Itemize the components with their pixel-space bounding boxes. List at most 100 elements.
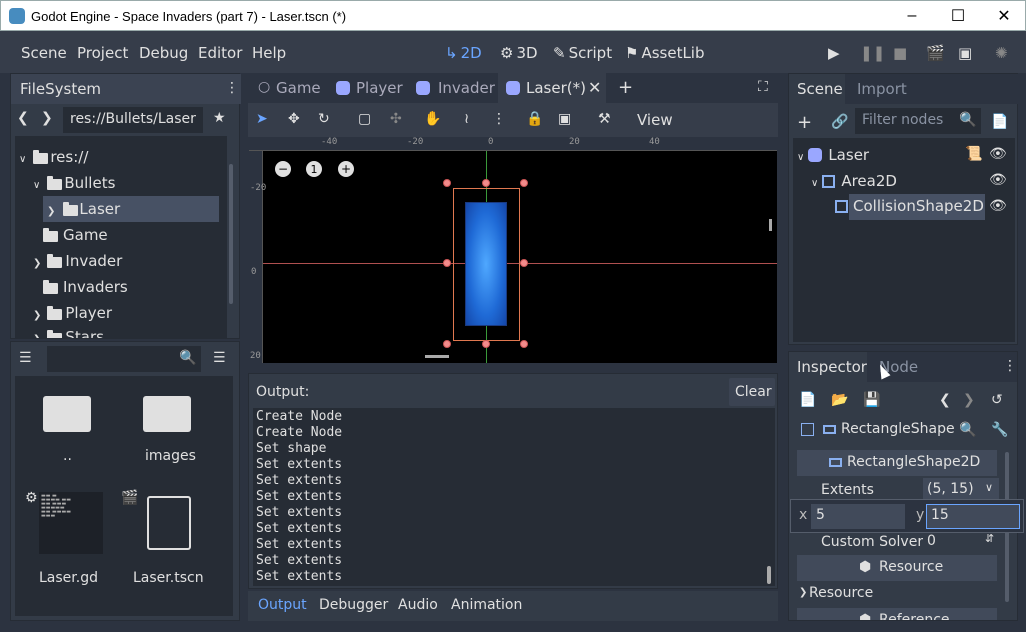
rotate-tool-icon[interactable]: ↻	[318, 111, 330, 127]
filter-nodes-input[interactable]: Filter nodes 🔍	[855, 108, 981, 134]
menu-dots-icon[interactable]: ⋮	[1003, 358, 1017, 374]
menu-editor[interactable]: Editor	[198, 44, 242, 62]
close-window-button[interactable]: ✕	[981, 1, 1026, 31]
scene-tab-player[interactable]: Player	[328, 73, 408, 103]
favorite-star-icon[interactable]: ★	[213, 110, 226, 126]
minimize-button[interactable]: –	[889, 1, 935, 31]
pivot-tool-icon[interactable]: ✣	[390, 111, 402, 127]
tab-scene[interactable]: Scene	[789, 74, 845, 104]
ruler-tool-icon[interactable]: ▢	[358, 111, 371, 127]
split-mode-icon[interactable]: ☰	[19, 350, 32, 366]
resize-handle[interactable]	[443, 179, 451, 187]
snap-options-icon[interactable]: ⋮	[492, 111, 506, 127]
resize-handle[interactable]	[443, 340, 451, 348]
path-field[interactable]: res://Bullets/Laser	[63, 107, 203, 133]
custom-solver-field[interactable]: 0 ⇵	[923, 530, 999, 554]
tree-item-res[interactable]: ∨ res://	[19, 148, 88, 166]
play-icon[interactable]: ▶	[828, 44, 840, 62]
canvas-viewport[interactable]: -40 -20 0 20 40 -20 0 20 − 1 +	[249, 137, 777, 363]
file-item-images[interactable]: images	[135, 386, 205, 466]
output-scrollbar[interactable]	[767, 566, 771, 584]
tab-audio[interactable]: Audio	[398, 597, 438, 613]
history-forward-icon[interactable]: ❯	[963, 392, 975, 408]
zoom-out-icon[interactable]: −	[275, 161, 291, 177]
group-icon[interactable]: ▣	[558, 111, 571, 127]
tree-scrollbar[interactable]	[229, 164, 233, 304]
menu-scene[interactable]: Scene	[21, 44, 67, 62]
resize-handle[interactable]	[443, 259, 451, 267]
menu-dots-icon[interactable]: ⋮	[225, 80, 239, 96]
scene-tab-game[interactable]: ○ Game	[248, 73, 326, 103]
tab-output[interactable]: Output	[258, 597, 307, 613]
clear-button[interactable]: Clear	[729, 378, 775, 406]
workspace-assetlib[interactable]: ⚑ AssetLib	[625, 44, 705, 62]
save-icon[interactable]: 💾	[863, 392, 880, 408]
resize-handle[interactable]	[520, 179, 528, 187]
resize-handle[interactable]	[482, 179, 490, 187]
resize-handle[interactable]	[520, 340, 528, 348]
zoom-in-icon[interactable]: +	[338, 161, 354, 177]
view-menu[interactable]: View	[637, 111, 673, 129]
node-laser[interactable]: ∨ Laser	[797, 146, 869, 164]
workspace-2d[interactable]: ↳ 2D	[445, 44, 482, 62]
tab-filesystem[interactable]: FileSystem	[20, 80, 101, 98]
canvas-vscrollbar[interactable]	[769, 219, 772, 231]
add-tab-icon[interactable]: +	[618, 77, 633, 98]
canvas-hscrollbar[interactable]	[425, 355, 449, 358]
move-tool-icon[interactable]: ✥	[288, 111, 300, 127]
script-icon[interactable]: 📜	[965, 146, 982, 162]
visibility-eye-icon[interactable]: 👁	[989, 172, 1007, 188]
object-selector[interactable]: RectangleShape	[797, 420, 967, 442]
fullscreen-icon[interactable]: ⛶	[758, 79, 768, 95]
link-icon[interactable]: 🔗	[831, 114, 848, 130]
scene-tab-invader[interactable]: Invader	[408, 73, 498, 103]
stop-icon[interactable]: ■	[893, 44, 907, 62]
tab-inspector[interactable]: Inspector	[789, 352, 867, 382]
open-folder-icon[interactable]: 📂	[831, 392, 848, 408]
list-view-icon[interactable]: ☰	[213, 350, 226, 366]
tab-import[interactable]: Import	[857, 80, 907, 98]
workspace-script[interactable]: ✎ Script	[553, 44, 612, 62]
tree-item-invader[interactable]: ❯ Invader	[33, 252, 122, 270]
pan-tool-icon[interactable]: ✋	[424, 111, 441, 127]
play-custom-scene-icon[interactable]: ▣	[958, 44, 972, 62]
menu-project[interactable]: Project	[77, 44, 128, 62]
node-area2d[interactable]: ∨ Area2D	[811, 172, 897, 190]
history-icon[interactable]: ↺	[991, 392, 1003, 408]
tree-item-stars[interactable]: ❯Stars	[33, 328, 104, 338]
workspace-3d[interactable]: ⚙ 3D	[500, 44, 538, 62]
resize-handle[interactable]	[520, 259, 528, 267]
bone-icon[interactable]: ⚒	[598, 111, 611, 127]
file-search-input[interactable]	[47, 346, 201, 372]
tree-item-laser[interactable]: ❯ Laser	[43, 196, 219, 222]
forward-arrow-icon[interactable]: ❯	[41, 110, 53, 126]
tools-icon[interactable]: 🔧	[991, 422, 1008, 438]
pause-icon[interactable]: ❚❚	[860, 44, 885, 62]
play-scene-icon[interactable]: 🎬	[926, 44, 945, 62]
file-item-laser-gd[interactable]: ⚙ ▬▬ ▬ ▬▬▬▬ ▬▬ ▬▬ ▬▬▬ ▬▬▬▬▬ ▬▬ ▬▬▬▬ ▬▬▬ Laser…	[21, 490, 111, 600]
resize-handle[interactable]	[482, 340, 490, 348]
scene-tab-laser[interactable]: Laser(*) ✕	[498, 73, 606, 103]
snap-icon[interactable]: ≀	[464, 111, 469, 127]
tab-animation[interactable]: Animation	[451, 597, 522, 613]
inspector-section-header[interactable]: RectangleShape2D	[797, 450, 997, 476]
select-tool-icon[interactable]: ➤	[256, 111, 268, 127]
add-node-icon[interactable]: +	[797, 112, 812, 133]
file-item-laser-tscn[interactable]: 🎬 Laser.tscn	[121, 490, 211, 600]
lock-icon[interactable]: 🔒	[526, 111, 543, 127]
resource-group[interactable]: ❯ Resource	[797, 584, 997, 606]
menu-debug[interactable]: Debug	[139, 44, 188, 62]
attach-script-icon[interactable]: 📄	[991, 114, 1008, 130]
collision-shape-rect[interactable]	[453, 188, 520, 341]
tree-item-invaders[interactable]: Invaders	[43, 278, 128, 296]
close-tab-icon[interactable]: ✕	[588, 78, 601, 97]
y-input[interactable]: 15	[926, 504, 1020, 529]
maximize-button[interactable]: ☐	[935, 1, 981, 31]
new-resource-icon[interactable]: 📄	[799, 392, 816, 408]
tab-debugger[interactable]: Debugger	[319, 597, 388, 613]
tree-item-game[interactable]: Game	[43, 226, 108, 244]
node-collisionshape2d[interactable]: CollisionShape2D	[849, 194, 985, 220]
search-icon[interactable]: 🔍	[959, 422, 976, 438]
resource-button[interactable]: ⬢ Resource	[797, 555, 997, 581]
back-arrow-icon[interactable]: ❮	[17, 110, 29, 126]
